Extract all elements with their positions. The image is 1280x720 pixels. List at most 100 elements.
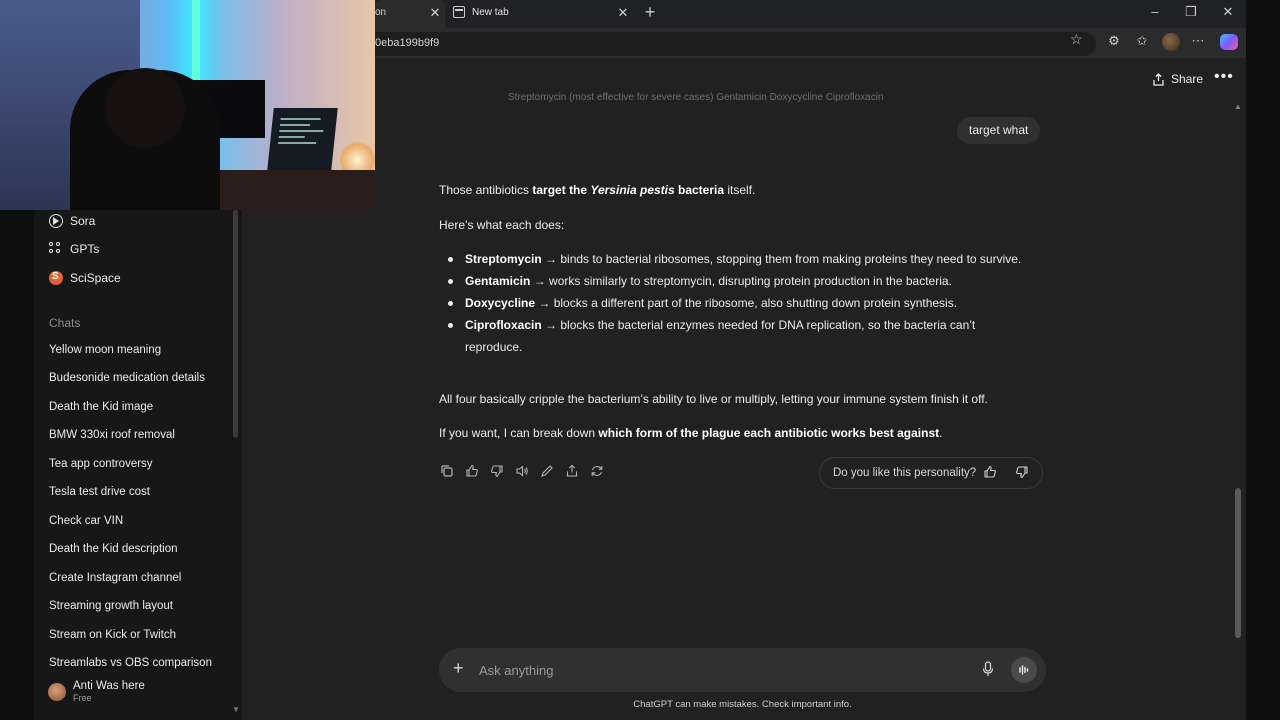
sidebar-item-label: GPTs bbox=[70, 242, 100, 256]
antibiotic-name: Doxycycline bbox=[465, 296, 536, 310]
favorite-star-icon[interactable]: ☆ bbox=[1070, 31, 1083, 48]
share-label: Share bbox=[1171, 72, 1204, 86]
antibiotic-name: Streptomycin bbox=[465, 252, 542, 266]
antibiotic-list: Streptomycin → binds to bacterial riboso… bbox=[446, 248, 1026, 358]
intro-bold: bacteria bbox=[674, 183, 725, 197]
sidebar-scrollbar-thumb[interactable] bbox=[233, 210, 238, 438]
close-tab-icon[interactable]: ✕ bbox=[615, 5, 631, 21]
personality-feedback: Do you like this personality? bbox=[819, 457, 1043, 489]
webcam-overlay bbox=[0, 0, 375, 210]
sidebar-scroll-down-arrow-icon[interactable]: ▼ bbox=[232, 705, 240, 714]
prompt-composer: + bbox=[439, 648, 1046, 692]
prompt-input[interactable] bbox=[479, 658, 959, 682]
assistant-offer: If you want, I can break down which form… bbox=[439, 422, 943, 444]
chat-item[interactable]: Create Instagram channel bbox=[49, 572, 181, 584]
chat-item[interactable]: Death the Kid image bbox=[49, 401, 153, 413]
antibiotic-description: → blocks a different part of the ribosom… bbox=[535, 296, 958, 310]
offer-text: If you want, I can break down bbox=[439, 426, 599, 440]
antibiotic-description: → works similarly to streptomycin, disru… bbox=[530, 274, 952, 288]
share-icon bbox=[1153, 72, 1164, 86]
profile-avatar-icon[interactable] bbox=[1162, 33, 1180, 51]
voice-mode-button[interactable] bbox=[1011, 657, 1037, 683]
chat-item[interactable]: Check car VIN bbox=[49, 515, 123, 527]
extension-icon[interactable]: ⚙ bbox=[1105, 33, 1123, 49]
more-options-icon[interactable]: ••• bbox=[1214, 68, 1234, 86]
assistant-intro: Those antibiotics target the Yersinia pe… bbox=[439, 179, 755, 201]
chat-item[interactable]: Tea app controversy bbox=[49, 458, 153, 470]
intro-text: itself. bbox=[724, 183, 756, 197]
screen: on ✕ New tab ✕ + – ❐ ✕ 0eba199b9f9 ☆ ⚙ ✩… bbox=[0, 0, 1280, 720]
previous-message-cutoff: Streptomycin (most effective for severe … bbox=[508, 92, 884, 103]
tab-title: on bbox=[375, 7, 387, 18]
offer-text: . bbox=[939, 426, 943, 440]
user-message-bubble: target what bbox=[957, 117, 1041, 144]
close-tab-icon[interactable]: ✕ bbox=[427, 5, 443, 21]
chat-item[interactable]: Stream on Kick or Twitch bbox=[49, 629, 176, 641]
copy-icon[interactable] bbox=[439, 463, 455, 479]
assistant-lead: Here’s what each does: bbox=[439, 218, 565, 232]
chat-scrollbar-thumb[interactable] bbox=[1235, 488, 1241, 638]
share-response-icon[interactable] bbox=[564, 463, 580, 479]
antibiotic-description: → binds to bacterial ribosomes, stopping… bbox=[541, 252, 1022, 266]
intro-species: Yersinia pestis bbox=[590, 183, 675, 197]
sidebar: Sora GPTs SciSpace Chats Yellow moon mea… bbox=[34, 210, 242, 720]
copilot-icon[interactable] bbox=[1220, 34, 1238, 50]
page-icon bbox=[453, 6, 465, 18]
url-text: 0eba199b9f9 bbox=[375, 37, 440, 49]
browser-tab-new-tab[interactable]: New tab ✕ bbox=[447, 0, 635, 28]
antibiotic-name: Ciprofloxacin bbox=[465, 318, 542, 332]
chat-item[interactable]: Streaming growth layout bbox=[49, 600, 173, 612]
screen-edge bbox=[1246, 0, 1280, 720]
sora-icon bbox=[49, 214, 63, 228]
voice-waveform-icon bbox=[1019, 665, 1029, 675]
sidebar-item-scispace[interactable]: SciSpace bbox=[49, 267, 121, 289]
list-item: Ciprofloxacin → blocks the bacterial enz… bbox=[446, 314, 1026, 358]
list-item: Doxycycline → blocks a different part of… bbox=[446, 292, 1026, 314]
thumbs-down-icon[interactable] bbox=[489, 463, 505, 479]
message-actions bbox=[439, 463, 605, 479]
scispace-icon bbox=[49, 271, 63, 285]
scroll-up-arrow-icon[interactable]: ▲ bbox=[1234, 102, 1242, 111]
browser-tab-active[interactable]: on ✕ bbox=[375, 0, 445, 28]
chat-item[interactable]: BMW 330xi roof removal bbox=[49, 429, 175, 441]
microphone-icon[interactable] bbox=[982, 661, 994, 682]
chat-item[interactable]: Yellow moon meaning bbox=[49, 344, 161, 356]
sidebar-item-label: Sora bbox=[70, 214, 96, 228]
edit-pencil-icon[interactable] bbox=[539, 463, 555, 479]
sidebar-item-sora[interactable]: Sora bbox=[49, 210, 95, 232]
antibiotic-description: → blocks the bacterial enzymes needed fo… bbox=[465, 318, 976, 354]
assistant-summary: All four basically cripple the bacterium… bbox=[439, 392, 988, 406]
read-aloud-icon[interactable] bbox=[514, 463, 530, 479]
intro-text: Those antibiotics bbox=[439, 183, 533, 197]
minimize-icon[interactable]: – bbox=[1145, 4, 1165, 19]
sidebar-item-gpts[interactable]: GPTs bbox=[49, 238, 99, 260]
chat-item[interactable]: Streamlabs vs OBS comparison bbox=[49, 657, 212, 669]
thumbs-up-icon[interactable] bbox=[983, 465, 999, 481]
user-profile-button[interactable]: Anti Was here Free bbox=[48, 680, 145, 704]
list-item: Gentamicin → works similarly to streptom… bbox=[446, 270, 1026, 292]
intro-bold: target the bbox=[532, 183, 591, 197]
window-close-icon[interactable]: ✕ bbox=[1218, 4, 1238, 20]
gpts-icon bbox=[49, 242, 63, 256]
user-plan: Free bbox=[73, 693, 92, 703]
restore-icon[interactable]: ❐ bbox=[1181, 4, 1201, 20]
browser-menu-icon[interactable]: ⋯ bbox=[1189, 33, 1207, 49]
share-button[interactable]: Share bbox=[1152, 72, 1203, 86]
new-tab-plus-icon[interactable]: + bbox=[640, 2, 660, 23]
feedback-question: Do you like this personality? bbox=[833, 467, 977, 479]
thumbs-down-icon[interactable] bbox=[1015, 465, 1031, 481]
sidebar-item-label: SciSpace bbox=[70, 271, 121, 285]
tab-title: New tab bbox=[472, 7, 509, 18]
regenerate-icon[interactable] bbox=[589, 463, 605, 479]
add-attachment-plus-icon[interactable]: + bbox=[453, 658, 464, 679]
antibiotic-name: Gentamicin bbox=[465, 274, 531, 288]
chat-item[interactable]: Budesonide medication details bbox=[49, 372, 205, 384]
thumbs-up-icon[interactable] bbox=[464, 463, 480, 479]
chat-item[interactable]: Tesla test drive cost bbox=[49, 486, 150, 498]
avatar bbox=[48, 683, 66, 701]
chat-item[interactable]: Death the Kid description bbox=[49, 543, 178, 555]
favorites-icon[interactable]: ✩ bbox=[1133, 33, 1151, 49]
disclaimer-text: ChatGPT can make mistakes. Check importa… bbox=[633, 699, 852, 710]
list-item: Streptomycin → binds to bacterial riboso… bbox=[446, 248, 1026, 270]
user-name: Anti Was here bbox=[73, 680, 145, 692]
